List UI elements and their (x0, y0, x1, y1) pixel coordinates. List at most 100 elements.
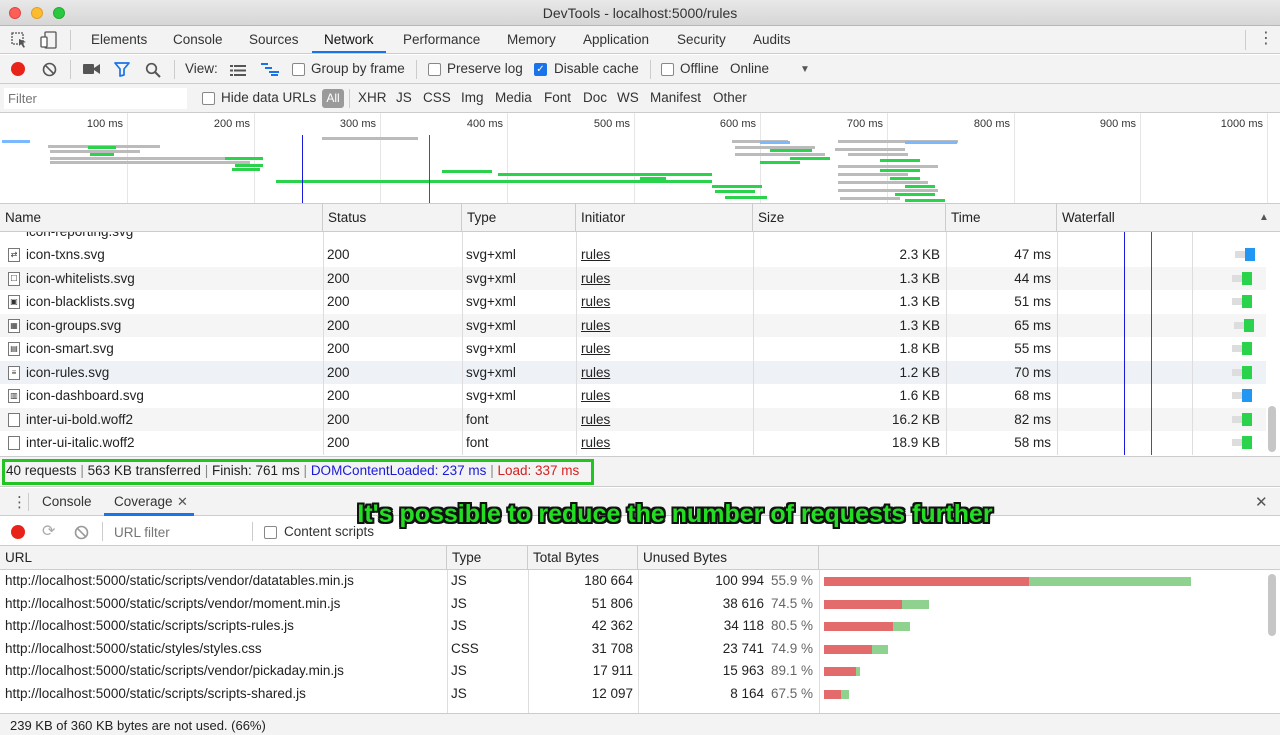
coverage-column-type[interactable]: Type (447, 546, 528, 570)
tab-console[interactable]: Console (171, 26, 225, 53)
request-name: icon-groups.svg (26, 317, 122, 333)
table-row[interactable]: inter-ui-bold.woff2 200 font rules 16.2 KB 82… (0, 407, 1266, 431)
drawer-menu-icon[interactable]: ⋮ (12, 493, 27, 511)
column-type[interactable]: Type (462, 204, 576, 232)
request-initiator-link[interactable]: rules (581, 267, 749, 290)
table-scrollbar[interactable] (1268, 406, 1276, 452)
table-row[interactable]: ☐ icon-whitelists.svg 200 svg+xml rules 1.3 K… (0, 266, 1266, 290)
coverage-column-url[interactable]: URL (0, 546, 447, 570)
waterfall-overview-icon[interactable] (261, 63, 279, 79)
table-row[interactable]: inter-ui-italic.woff2 200 font rules 18.9 KB… (0, 431, 1266, 455)
request-time: 65 ms (1014, 317, 1051, 333)
request-initiator-link[interactable]: rules (581, 361, 749, 384)
tab-network[interactable]: Network (312, 26, 386, 53)
coverage-unused-percent: 74.5 % (770, 595, 813, 611)
tab-security[interactable]: Security (675, 26, 728, 53)
request-initiator-link[interactable]: rules (581, 384, 749, 407)
table-row[interactable]: ≡ icon-rules.svg 200 svg+xml rules 1.2 KB 70 m… (0, 360, 1266, 384)
inspect-element-icon[interactable] (10, 31, 28, 52)
preserve-log-label: Preserve log (447, 61, 523, 76)
coverage-column-unused-bytes[interactable]: Unused Bytes (638, 546, 819, 570)
column-waterfall[interactable]: Waterfall (1057, 204, 1280, 232)
request-status: 200 (327, 317, 350, 333)
coverage-total-bytes: 51 806 (591, 595, 633, 611)
sort-ascending-icon[interactable]: ▲ (1259, 212, 1269, 223)
column-size[interactable]: Size (753, 204, 946, 232)
overview-request-bar (760, 161, 800, 164)
hide-data-urls-checkbox[interactable] (202, 92, 215, 105)
request-initiator-link[interactable]: rules (581, 408, 749, 431)
request-initiator-link[interactable]: rules (581, 243, 749, 266)
coverage-scrollbar[interactable] (1268, 574, 1276, 636)
overview-request-bar (905, 185, 935, 188)
coverage-row[interactable]: http://localhost:5000/static/scripts/ven… (0, 570, 1266, 593)
column-initiator[interactable]: Initiator (576, 204, 753, 232)
filter-img[interactable]: Img (461, 90, 484, 105)
network-overview-timeline[interactable]: 100 ms 200 ms 300 ms 400 ms 500 ms 600 ms 700 … (0, 113, 1280, 204)
filter-other[interactable]: Other (713, 90, 747, 105)
request-initiator-link[interactable]: rules (581, 290, 749, 313)
table-row[interactable]: ▦ icon-groups.svg 200 svg+xml rules 1.3 KB 65 … (0, 313, 1266, 337)
record-icon[interactable] (11, 62, 25, 76)
large-rows-icon[interactable] (230, 64, 246, 79)
network-toolbar: View: Group by frame Preserve log ✓ Disa… (0, 55, 1280, 84)
table-row[interactable]: ▣ icon-blacklists.svg 200 svg+xml rules 1.3 K… (0, 290, 1266, 314)
coverage-row[interactable]: http://localhost:5000/static/scripts/ven… (0, 593, 1266, 616)
column-time[interactable]: Time (946, 204, 1057, 232)
filter-funnel-icon[interactable] (114, 62, 130, 80)
filter-ws[interactable]: WS (617, 90, 639, 105)
record-coverage-icon[interactable] (11, 525, 25, 539)
coverage-unused-percent: 80.5 % (770, 618, 813, 633)
clear-icon[interactable] (42, 62, 57, 80)
table-row[interactable]: ▥ icon-dashboard.svg 200 svg+xml rules 1.6 KB… (0, 384, 1266, 408)
table-row[interactable]: icon-reporting.svg (0, 232, 1266, 244)
network-summary-bar: 40 requests | 563 KB transferred | Finis… (0, 456, 1280, 487)
tab-elements[interactable]: Elements (89, 26, 149, 53)
chevron-down-icon[interactable]: ▼ (800, 64, 810, 75)
filter-xhr[interactable]: XHR (358, 90, 387, 105)
filter-js[interactable]: JS (396, 90, 412, 105)
table-row[interactable]: ⇄ icon-txns.svg 200 svg+xml rules 2.3 KB 47 ms (0, 243, 1266, 267)
overview-gridline (380, 113, 381, 203)
coverage-row[interactable]: http://localhost:5000/static/scripts/ven… (0, 660, 1266, 683)
throttling-select[interactable]: Online (730, 61, 769, 76)
coverage-url: http://localhost:5000/static/styles/styl… (5, 640, 262, 656)
tab-audits[interactable]: Audits (751, 26, 793, 53)
coverage-column-divider (638, 570, 639, 713)
request-initiator-link[interactable]: rules (581, 314, 749, 337)
tab-application[interactable]: Application (581, 26, 651, 53)
tab-sources[interactable]: Sources (247, 26, 301, 53)
coverage-column-total-bytes[interactable]: Total Bytes (528, 546, 638, 570)
filter-manifest[interactable]: Manifest (650, 90, 701, 105)
filter-all-button[interactable]: All (322, 89, 344, 108)
group-by-frame-checkbox[interactable] (292, 63, 305, 76)
column-status[interactable]: Status (323, 204, 462, 232)
disable-cache-checkbox[interactable]: ✓ (534, 63, 547, 76)
screenshot-camera-icon[interactable] (83, 63, 100, 78)
tab-memory[interactable]: Memory (505, 26, 558, 53)
unused-bytes-bar (824, 667, 857, 676)
column-name[interactable]: Name (0, 204, 323, 232)
filter-css[interactable]: CSS (423, 90, 451, 105)
coverage-url: http://localhost:5000/static/scripts/ven… (5, 663, 344, 678)
request-size: 2.3 KB (899, 247, 940, 262)
coverage-row[interactable]: http://localhost:5000/static/scripts/scr… (0, 615, 1266, 638)
waterfall-queue-bar (1232, 345, 1242, 352)
filter-input[interactable] (4, 88, 187, 109)
device-toolbar-icon[interactable] (40, 31, 58, 52)
coverage-row[interactable]: http://localhost:5000/static/styles/styl… (0, 638, 1266, 661)
preserve-log-checkbox[interactable] (428, 63, 441, 76)
more-menu-icon[interactable]: ⋮ (1258, 31, 1274, 47)
finish-time: Finish: 761 ms (211, 463, 300, 478)
filter-doc[interactable]: Doc (583, 90, 607, 105)
coverage-row[interactable]: http://localhost:5000/static/scripts/scr… (0, 683, 1266, 706)
request-initiator-link[interactable]: rules (581, 337, 749, 360)
overview-gridline (760, 113, 761, 203)
offline-checkbox[interactable] (661, 63, 674, 76)
request-initiator-link[interactable]: rules (581, 431, 749, 454)
table-row[interactable]: ▤ icon-smart.svg 200 svg+xml rules 1.8 KB 55 m… (0, 337, 1266, 361)
filter-media[interactable]: Media (495, 90, 532, 105)
tab-performance[interactable]: Performance (401, 26, 482, 53)
search-icon[interactable] (145, 62, 161, 81)
filter-font[interactable]: Font (544, 90, 571, 105)
